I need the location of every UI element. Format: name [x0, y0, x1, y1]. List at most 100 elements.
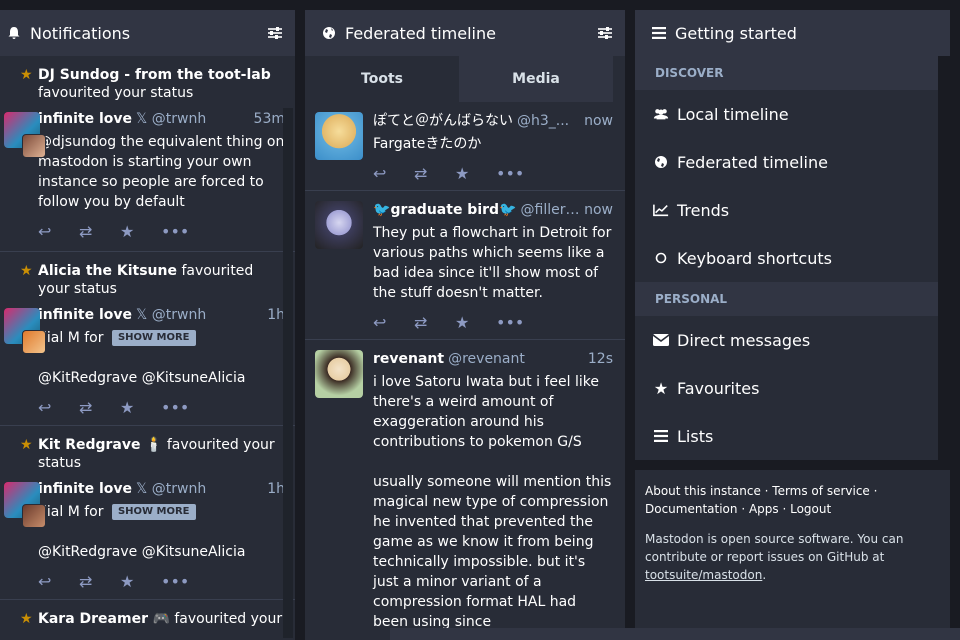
notification-actor[interactable]: Kara Dreamer — [38, 611, 148, 627]
nav-label: Federated timeline — [677, 152, 828, 172]
more-icon[interactable]: ••• — [161, 222, 202, 241]
action-bar: ↩ ⇄ ★ ••• — [38, 222, 285, 241]
toot-content: i love Satoru Iwata but i feel like ther… — [373, 374, 612, 630]
notification-actor[interactable]: DJ Sundog - from the toot-lab — [38, 67, 271, 83]
toot[interactable]: revenant @revenant 12s i love Satoru Iwa… — [305, 340, 625, 640]
boost-icon[interactable]: ⇄ — [79, 398, 120, 417]
timeline-tabs: Toots Media — [305, 56, 613, 102]
notification-item[interactable]: ★ DJ Sundog - from the toot-lab favourit… — [0, 56, 295, 252]
nav-keyboard-shortcuts[interactable]: Keyboard shortcuts — [635, 234, 938, 282]
nav-direct-messages[interactable]: Direct messages — [635, 316, 938, 364]
nav-favourites[interactable]: ★ Favourites — [635, 364, 938, 412]
timestamp[interactable]: now — [584, 201, 613, 219]
globe-icon — [653, 155, 669, 169]
account-handle[interactable]: 𝕏 @trwnh — [136, 110, 254, 128]
boost-icon[interactable]: ⇄ — [414, 313, 455, 332]
show-more-button[interactable]: SHOW MORE — [111, 504, 196, 520]
avatar[interactable] — [315, 201, 363, 249]
mentions[interactable]: @KitRedgrave @KitsuneAlicia — [38, 542, 285, 562]
star-icon: ★ — [20, 67, 33, 83]
column-settings-icon[interactable] — [597, 25, 613, 41]
account-handle[interactable]: 𝕏 @trwnh — [136, 480, 267, 498]
bottom-drawer-bar — [390, 628, 960, 640]
notification-summary: ★ Kara Dreamer 🎮 favourited your — [10, 610, 285, 628]
toot[interactable]: ぽてと＠がんばらない @h3_... now Fargateきたのか ↩ ⇄ ★… — [305, 102, 625, 191]
action-bar: ↩ ⇄ ★ ••• — [38, 572, 285, 591]
more-icon[interactable]: ••• — [496, 164, 537, 183]
reply-icon[interactable]: ↩ — [38, 572, 79, 591]
boost-icon[interactable]: ⇄ — [79, 572, 120, 591]
reply-icon[interactable]: ↩ — [38, 398, 79, 417]
timestamp[interactable]: 53m — [254, 110, 285, 128]
reply-icon[interactable]: ↩ — [38, 222, 79, 241]
nav-federated-timeline[interactable]: Federated timeline — [635, 138, 938, 186]
column-settings-icon[interactable] — [267, 25, 283, 41]
more-icon[interactable]: ••• — [496, 313, 537, 332]
account-handle[interactable]: @fillertra... — [521, 201, 581, 219]
timestamp[interactable]: now — [584, 112, 613, 130]
more-icon[interactable]: ••• — [161, 398, 202, 417]
action-bar: ↩ ⇄ ★ ••• — [373, 313, 613, 332]
federated-header[interactable]: Federated timeline — [305, 10, 625, 56]
favourite-icon[interactable]: ★ — [120, 572, 161, 591]
display-name[interactable]: revenant — [373, 350, 444, 368]
nav-lists[interactable]: Lists — [635, 412, 938, 460]
more-icon[interactable]: ••• — [161, 572, 202, 591]
tab-toots[interactable]: Toots — [305, 56, 459, 102]
notification-item[interactable]: ★ Alicia the Kitsune favourited your sta… — [0, 252, 295, 426]
status-content: dial M for SHOW MORE — [38, 328, 285, 348]
footer-links-line1[interactable]: About this instance · Terms of service · — [645, 484, 877, 498]
notification-action: favourited your status — [38, 85, 194, 101]
avatar[interactable] — [4, 480, 58, 528]
reply-icon[interactable]: ↩ — [373, 313, 414, 332]
favourite-icon[interactable]: ★ — [455, 164, 496, 183]
account-handle[interactable]: @revenant — [448, 350, 584, 368]
avatar[interactable] — [315, 112, 363, 160]
account-handle[interactable]: 𝕏 @trwnh — [136, 306, 267, 324]
footer-links-line2[interactable]: Documentation · Apps · Logout — [645, 502, 831, 516]
favourite-icon[interactable]: ★ — [455, 313, 496, 332]
federated-timeline-column: Federated timeline Toots Media ぽてと＠がんばらな… — [305, 10, 625, 640]
notifications-scrollbar[interactable] — [283, 108, 293, 638]
notifications-header[interactable]: Notifications — [0, 10, 295, 56]
actor-emoji: 🕯️ — [144, 437, 163, 453]
avatar[interactable] — [4, 306, 58, 354]
notification-action: favourited your — [174, 611, 283, 627]
repo-link[interactable]: tootsuite/mastodon — [645, 568, 762, 582]
nav-local-timeline[interactable]: Local timeline — [635, 90, 938, 138]
avatar[interactable] — [4, 110, 58, 158]
notification-summary: ★ Alicia the Kitsune favourited your sta… — [10, 262, 285, 298]
star-icon: ★ — [20, 263, 33, 279]
status[interactable]: infinite love 𝕏 @trwnh 1h dial M for SHO… — [4, 306, 285, 417]
notification-item[interactable]: ★ Kara Dreamer 🎮 favourited your — [0, 600, 295, 640]
toot[interactable]: 🐦 graduate bird 🐦 @fillertra... now They… — [305, 191, 625, 340]
display-name[interactable]: graduate bird — [390, 201, 499, 219]
boost-icon[interactable]: ⇄ — [414, 164, 455, 183]
show-more-button[interactable]: SHOW MORE — [111, 330, 196, 346]
avatar[interactable] — [315, 350, 363, 398]
boost-icon[interactable]: ⇄ — [79, 222, 120, 241]
favourite-icon[interactable]: ★ — [120, 222, 161, 241]
acct-text: @trwnh — [151, 111, 207, 127]
section-personal: PERSONAL — [635, 282, 938, 316]
timestamp[interactable]: 12s — [588, 350, 613, 368]
notification-actor[interactable]: Kit Redgrave — [38, 437, 141, 453]
account-handle[interactable]: @h3_... — [517, 112, 580, 130]
display-name[interactable]: ぽてと＠がんばらない — [373, 112, 513, 130]
x-icon: 𝕏 — [136, 481, 148, 497]
nav-label: Lists — [677, 426, 714, 446]
chart-line-icon — [653, 203, 669, 217]
notification-actor[interactable]: Alicia the Kitsune — [38, 263, 177, 279]
mentions[interactable]: @KitRedgrave @KitsuneAlicia — [38, 368, 285, 388]
star-icon: ★ — [20, 437, 33, 453]
notification-item[interactable]: ★ Kit Redgrave 🕯️ favourited your status… — [0, 426, 295, 600]
nav-trends[interactable]: Trends — [635, 186, 938, 234]
status[interactable]: infinite love 𝕏 @trwnh 1h dial M for SHO… — [4, 480, 285, 591]
footer-links[interactable]: About this instance · Terms of service ·… — [645, 482, 940, 518]
reply-icon[interactable]: ↩ — [373, 164, 414, 183]
status[interactable]: infinite love 𝕏 @trwnh 53m @djsundog the… — [4, 110, 285, 241]
section-discover: DISCOVER — [635, 56, 938, 90]
favourite-icon[interactable]: ★ — [120, 398, 161, 417]
tab-media[interactable]: Media — [459, 56, 613, 102]
star-icon: ★ — [653, 378, 669, 398]
